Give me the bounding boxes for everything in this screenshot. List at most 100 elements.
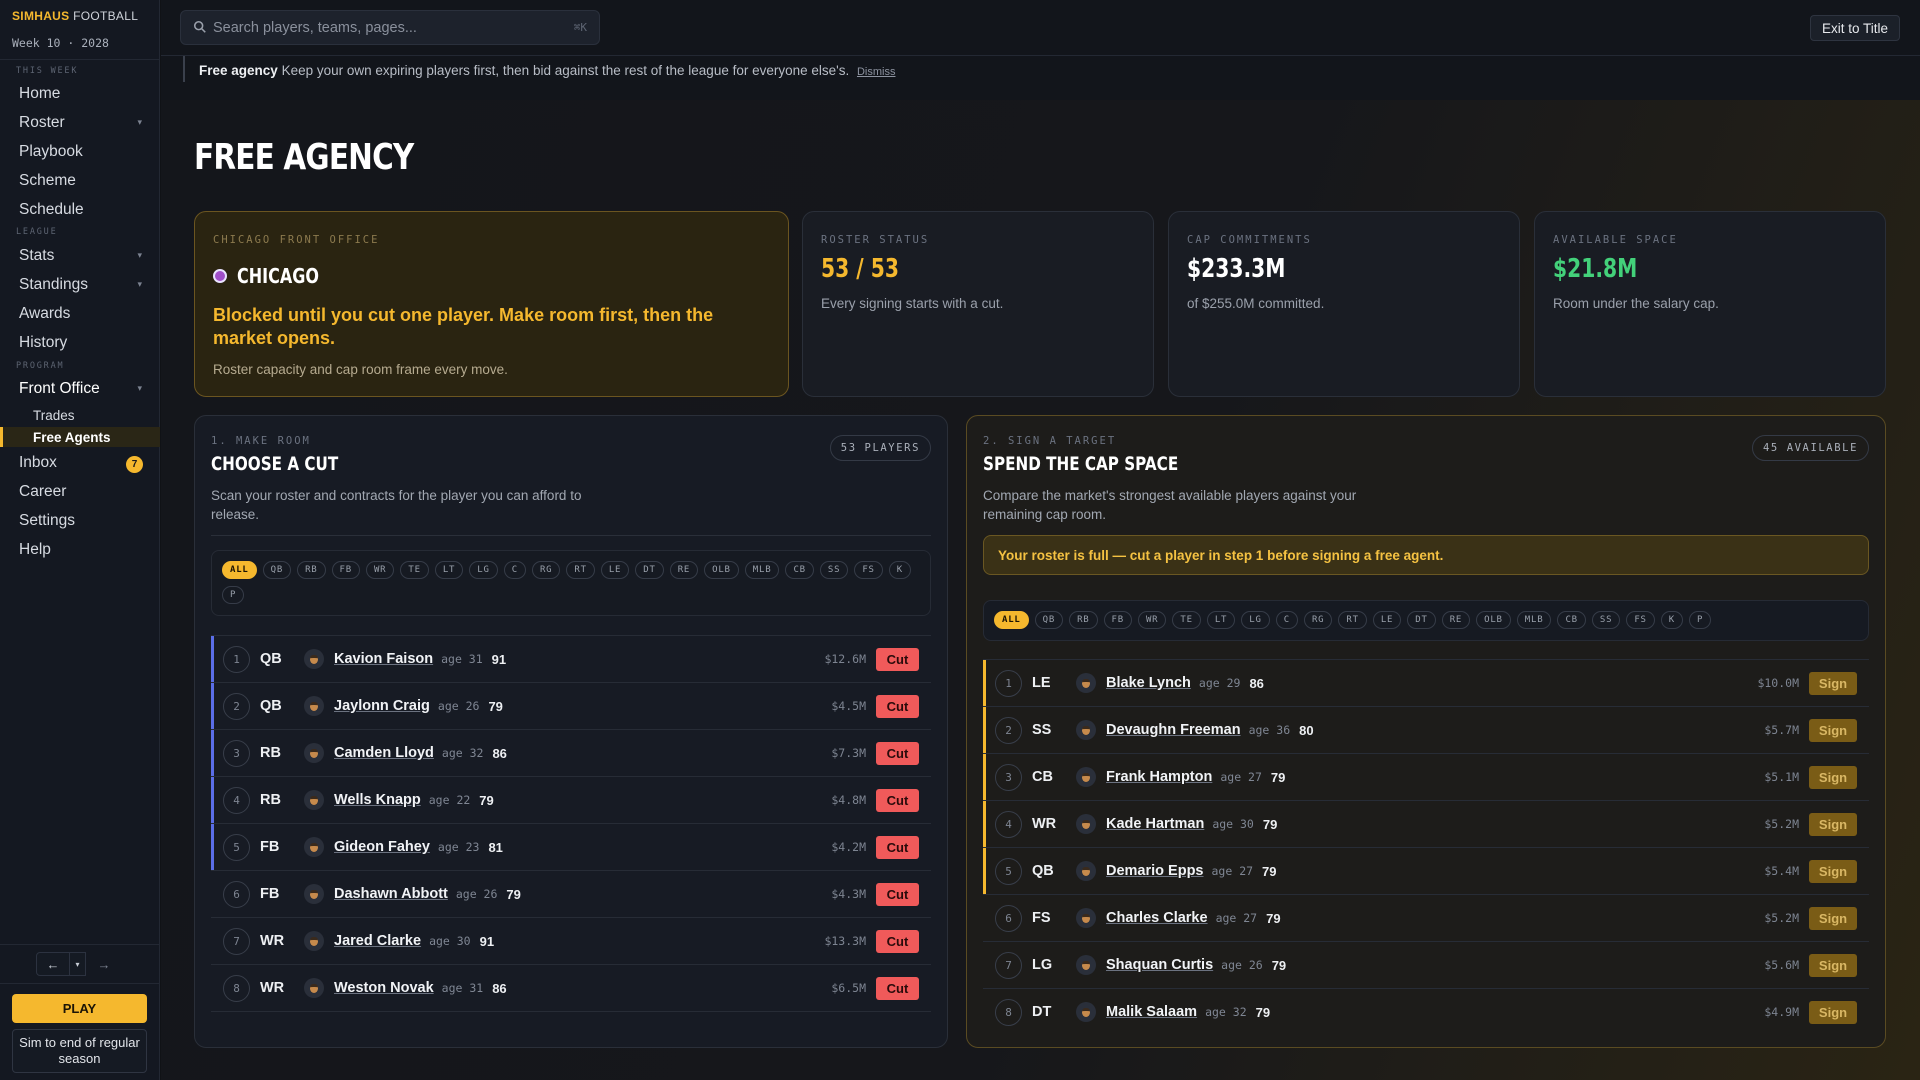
sign-button[interactable]: Sign (1809, 1000, 1857, 1024)
table-row[interactable]: 3 RB Camden Lloyd age 32 86 $7.3M Cut (211, 730, 931, 777)
player-name-link[interactable]: Devaughn Freeman (1106, 722, 1241, 738)
filter-chip-p[interactable]: P (1688, 611, 1712, 629)
table-row[interactable]: 8 DT Malik Salaam age 32 79 $4.9M Sign (983, 989, 1869, 1031)
sidebar-item-roster[interactable]: Roster ▾ (0, 110, 160, 136)
sidebar-item-scheme[interactable]: Scheme (0, 168, 160, 194)
cut-button[interactable]: Cut (876, 741, 919, 765)
table-row[interactable]: 5 FB Gideon Fahey age 23 81 $4.2M Cut (211, 824, 931, 871)
cut-button[interactable]: Cut (876, 647, 919, 671)
filter-chip-mlb[interactable]: MLB (1516, 611, 1552, 629)
player-name-link[interactable]: Kavion Faison (334, 651, 433, 667)
player-name-link[interactable]: Charles Clarke (1106, 910, 1208, 926)
table-row[interactable]: 4 WR Kade Hartman age 30 79 $5.2M Sign (983, 801, 1869, 848)
play-button[interactable]: PLAY (12, 994, 147, 1023)
player-name-link[interactable]: Weston Novak (334, 980, 434, 996)
sidebar-item-settings[interactable]: Settings (0, 508, 160, 534)
search-input[interactable] (213, 11, 553, 44)
search-box[interactable]: ⌘K (180, 10, 600, 45)
filter-chip-rb[interactable]: RB (1069, 611, 1098, 629)
filter-chip-fs[interactable]: FS (1626, 611, 1655, 629)
filter-chip-ss[interactable]: SS (819, 561, 849, 579)
player-name-link[interactable]: Malik Salaam (1106, 1004, 1197, 1020)
filter-chip-lt[interactable]: LT (1206, 611, 1236, 629)
table-row[interactable]: 1 LE Blake Lynch age 29 86 $10.0M Sign (983, 660, 1869, 707)
filter-chip-le[interactable]: LE (1372, 611, 1402, 629)
filter-chip-fs[interactable]: FS (854, 561, 883, 579)
cut-button[interactable]: Cut (876, 882, 919, 906)
sidebar-item-free-agents[interactable]: Free Agents (0, 427, 160, 447)
player-name-link[interactable]: Jared Clarke (334, 933, 421, 949)
filter-chip-le[interactable]: LE (600, 561, 630, 579)
filter-chip-c[interactable]: C (503, 561, 526, 579)
sidebar-item-help[interactable]: Help (0, 537, 160, 563)
filter-chip-fb[interactable]: FB (1103, 611, 1132, 629)
cut-button[interactable]: Cut (876, 929, 919, 953)
player-name-link[interactable]: Camden Lloyd (334, 745, 434, 761)
filter-chip-dt[interactable]: DT (1407, 611, 1436, 629)
chevron-down-icon[interactable]: ▾ (70, 952, 86, 976)
sign-button[interactable]: Sign (1809, 953, 1857, 977)
sidebar-item-stats[interactable]: Stats ▾ (0, 243, 160, 269)
filter-chip-ss[interactable]: SS (1591, 611, 1621, 629)
filter-chip-te[interactable]: TE (400, 561, 429, 579)
filter-chip-all[interactable]: ALL (222, 561, 257, 579)
sidebar-item-standings[interactable]: Standings ▾ (0, 272, 160, 298)
sign-button[interactable]: Sign (1809, 812, 1857, 836)
filter-chip-all[interactable]: ALL (994, 611, 1029, 629)
player-name-link[interactable]: Shaquan Curtis (1106, 957, 1213, 973)
sidebar-item-trades[interactable]: Trades (0, 405, 160, 425)
filter-chip-re[interactable]: RE (669, 561, 699, 579)
filter-chip-c[interactable]: C (1275, 611, 1298, 629)
filter-chip-rg[interactable]: RG (531, 561, 561, 579)
filter-chip-re[interactable]: RE (1441, 611, 1471, 629)
player-name-link[interactable]: Dashawn Abbott (334, 886, 448, 902)
filter-chip-te[interactable]: TE (1172, 611, 1201, 629)
filter-chip-p[interactable]: P (222, 586, 245, 604)
back-arrow-icon[interactable]: ← (36, 952, 70, 976)
exit-to-title-button[interactable]: Exit to Title (1809, 15, 1900, 41)
table-row[interactable]: 5 QB Demario Epps age 27 79 $5.4M Sign (983, 848, 1869, 895)
sidebar-item-front-office[interactable]: Front Office ▾ (0, 376, 160, 402)
sidebar-item-history[interactable]: History (0, 330, 160, 356)
table-row[interactable]: 7 WR Jared Clarke age 30 91 $13.3M Cut (211, 918, 931, 965)
brand-logo[interactable]: SIMHAUS FOOTBALL (12, 9, 138, 23)
table-row[interactable]: 4 RB Wells Knapp age 22 79 $4.8M Cut (211, 777, 931, 824)
filter-chip-k[interactable]: K (888, 561, 911, 579)
filter-chip-wr[interactable]: WR (1137, 611, 1167, 629)
sign-button[interactable]: Sign (1809, 671, 1857, 695)
filter-chip-cb[interactable]: CB (1557, 611, 1586, 629)
filter-chip-qb[interactable]: QB (1034, 611, 1064, 629)
table-row[interactable]: 2 SS Devaughn Freeman age 36 80 $5.7M Sign (983, 707, 1869, 754)
filter-chip-lt[interactable]: LT (434, 561, 464, 579)
table-row[interactable]: 6 FS Charles Clarke age 27 79 $5.2M Sign (983, 895, 1869, 942)
dismiss-link[interactable]: Dismiss (857, 66, 896, 78)
sim-to-end-button[interactable]: Sim to end of regular season (12, 1029, 147, 1073)
cut-button[interactable]: Cut (876, 788, 919, 812)
sidebar-item-schedule[interactable]: Schedule (0, 197, 160, 223)
sidebar-item-home[interactable]: Home (0, 81, 160, 107)
filter-chip-qb[interactable]: QB (262, 561, 292, 579)
filter-chip-k[interactable]: K (1660, 611, 1683, 629)
sign-button[interactable]: Sign (1809, 906, 1857, 930)
player-name-link[interactable]: Jaylonn Craig (334, 698, 430, 714)
filter-chip-olb[interactable]: OLB (1476, 611, 1511, 629)
sidebar-item-career[interactable]: Career (0, 479, 160, 505)
filter-chip-olb[interactable]: OLB (704, 561, 739, 579)
table-row[interactable]: 2 QB Jaylonn Craig age 26 79 $4.5M Cut (211, 683, 931, 730)
cut-button[interactable]: Cut (876, 835, 919, 859)
player-name-link[interactable]: Demario Epps (1106, 863, 1204, 879)
sign-button[interactable]: Sign (1809, 718, 1857, 742)
filter-chip-wr[interactable]: WR (365, 561, 395, 579)
sidebar-item-playbook[interactable]: Playbook (0, 139, 160, 165)
sidebar-item-inbox[interactable]: Inbox 7 (0, 450, 160, 476)
filter-chip-cb[interactable]: CB (785, 561, 814, 579)
table-row[interactable]: 3 CB Frank Hampton age 27 79 $5.1M Sign (983, 754, 1869, 801)
filter-chip-lg[interactable]: LG (469, 561, 498, 579)
sign-button[interactable]: Sign (1809, 859, 1857, 883)
filter-chip-rt[interactable]: RT (1338, 611, 1367, 629)
table-row[interactable]: 8 WR Weston Novak age 31 86 $6.5M Cut (211, 965, 931, 1012)
filter-chip-rb[interactable]: RB (297, 561, 326, 579)
filter-chip-lg[interactable]: LG (1241, 611, 1270, 629)
player-name-link[interactable]: Gideon Fahey (334, 839, 430, 855)
filter-chip-dt[interactable]: DT (635, 561, 664, 579)
